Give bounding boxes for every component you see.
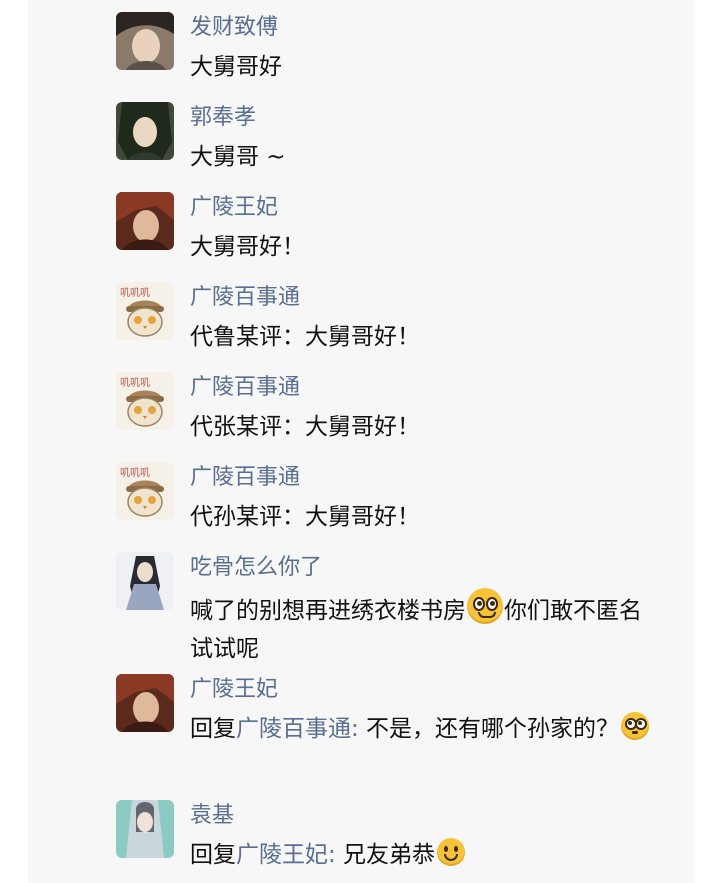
commenter-name[interactable]: 吃骨怎么你了 [190,552,322,584]
avatar[interactable] [116,674,174,732]
avatar[interactable] [116,12,174,70]
list-item: 叽叽叽 广陵百事通 代张某评：大舅哥好！ [116,372,678,442]
list-item: 袁基 回复广陵王妃: 兄友弟恭 [116,800,678,880]
avatar[interactable] [116,552,174,610]
comment-text: 回复广陵百事通: 不是，还有哪个孙家的？ [190,710,660,748]
comment-text: 喊了的别想再进绣衣楼书房 你们敢不匿名试试呢 [190,588,660,668]
comment-text: 大舅哥好！ [190,234,305,260]
comment-text: 大舅哥好 [190,54,282,80]
list-item: 广陵王妃 回复广陵百事通: 不是，还有哪个孙家的？ [116,674,678,784]
avatar[interactable] [116,192,174,250]
smile-emoji-icon [437,838,466,866]
avatar[interactable] [116,800,174,858]
comment-text: 代孙某评：大舅哥好！ [190,504,420,530]
flushed-emoji-icon [621,712,650,740]
comment-text: 大舅哥 ~ [190,144,286,170]
list-item: 郭奉孝 大舅哥 ~ [116,102,678,172]
list-item: 吃骨怎么你了 喊了的别想再进绣衣楼书房 你们敢不匿名试试呢 [116,552,678,662]
commenter-name[interactable]: 广陵百事通 [190,282,300,314]
comment-list: 发财致傅 大舅哥好 郭奉孝 大舅哥 ~ 广陵王妃 大舅哥好！ 叽叽叽 广陵百事通… [28,0,694,883]
commenter-name[interactable]: 广陵王妃 [190,192,278,224]
svg-text:叽叽叽: 叽叽叽 [120,467,150,479]
commenter-name[interactable]: 发财致傅 [190,12,278,44]
smirk-emoji-icon [467,588,503,624]
list-item: 广陵王妃 大舅哥好！ [116,192,678,262]
commenter-name[interactable]: 郭奉孝 [190,102,256,134]
comment-text: 回复广陵王妃: 兄友弟恭 [190,836,660,874]
avatar[interactable]: 叽叽叽 [116,372,174,430]
reply-mention[interactable]: 广陵王妃: [236,842,336,868]
avatar[interactable] [116,102,174,160]
svg-text:叽叽叽: 叽叽叽 [120,287,150,299]
commenter-name[interactable]: 广陵王妃 [190,674,278,706]
avatar[interactable]: 叽叽叽 [116,462,174,520]
reply-mention[interactable]: 广陵百事通: [236,716,359,742]
list-item: 叽叽叽 广陵百事通 代鲁某评：大舅哥好！ [116,282,678,352]
commenter-name[interactable]: 袁基 [190,800,234,832]
comment-text: 代张某评：大舅哥好！ [190,414,420,440]
list-item: 叽叽叽 广陵百事通 代孙某评：大舅哥好！ [116,462,678,532]
commenter-name[interactable]: 广陵百事通 [190,372,300,404]
comment-text: 代鲁某评：大舅哥好！ [190,324,420,350]
commenter-name[interactable]: 广陵百事通 [190,462,300,494]
list-item: 发财致傅 大舅哥好 [116,12,678,82]
avatar[interactable]: 叽叽叽 [116,282,174,340]
svg-text:叽叽叽: 叽叽叽 [120,377,150,389]
